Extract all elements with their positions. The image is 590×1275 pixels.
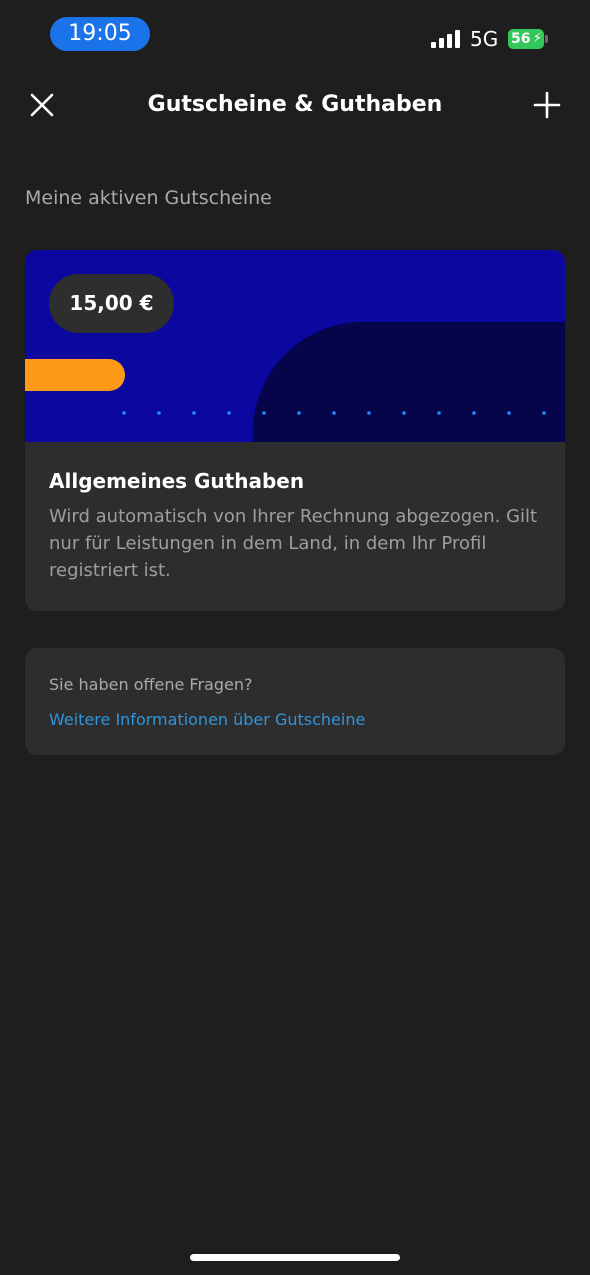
voucher-title: Allgemeines Guthaben bbox=[49, 469, 305, 493]
add-voucher-button[interactable] bbox=[527, 85, 567, 125]
battery-tip bbox=[545, 35, 548, 43]
battery-indicator: 56 ⚡ bbox=[508, 29, 544, 49]
banner-accent-bar bbox=[25, 359, 125, 391]
section-label: Meine aktiven Gutscheine bbox=[25, 187, 272, 209]
header: Gutscheine & Guthaben bbox=[0, 75, 590, 135]
info-card: Sie haben offene Fragen? Weitere Informa… bbox=[25, 648, 565, 755]
info-question: Sie haben offene Fragen? bbox=[49, 675, 253, 694]
status-bar: 19:05 5G 56 ⚡ bbox=[0, 0, 590, 70]
more-info-link[interactable]: Weitere Informationen über Gutscheine bbox=[49, 709, 365, 731]
home-indicator[interactable] bbox=[190, 1254, 400, 1261]
banner-shape bbox=[253, 322, 565, 442]
battery-level: 56 bbox=[511, 31, 531, 47]
voucher-amount: 15,00 € bbox=[49, 274, 174, 333]
network-label: 5G bbox=[470, 27, 499, 51]
voucher-description: Wird automatisch von Ihrer Rechnung abge… bbox=[49, 506, 538, 581]
page-title: Gutscheine & Guthaben bbox=[147, 92, 443, 117]
banner-dots bbox=[122, 411, 546, 415]
status-time: 19:05 bbox=[50, 17, 150, 51]
voucher-banner: 15,00 € bbox=[25, 250, 565, 442]
bolt-icon: ⚡ bbox=[532, 31, 542, 46]
voucher-card[interactable]: 15,00 € Allgemeines Guthaben Wird automa… bbox=[25, 250, 565, 611]
plus-icon bbox=[533, 91, 561, 119]
signal-icon bbox=[431, 30, 460, 48]
